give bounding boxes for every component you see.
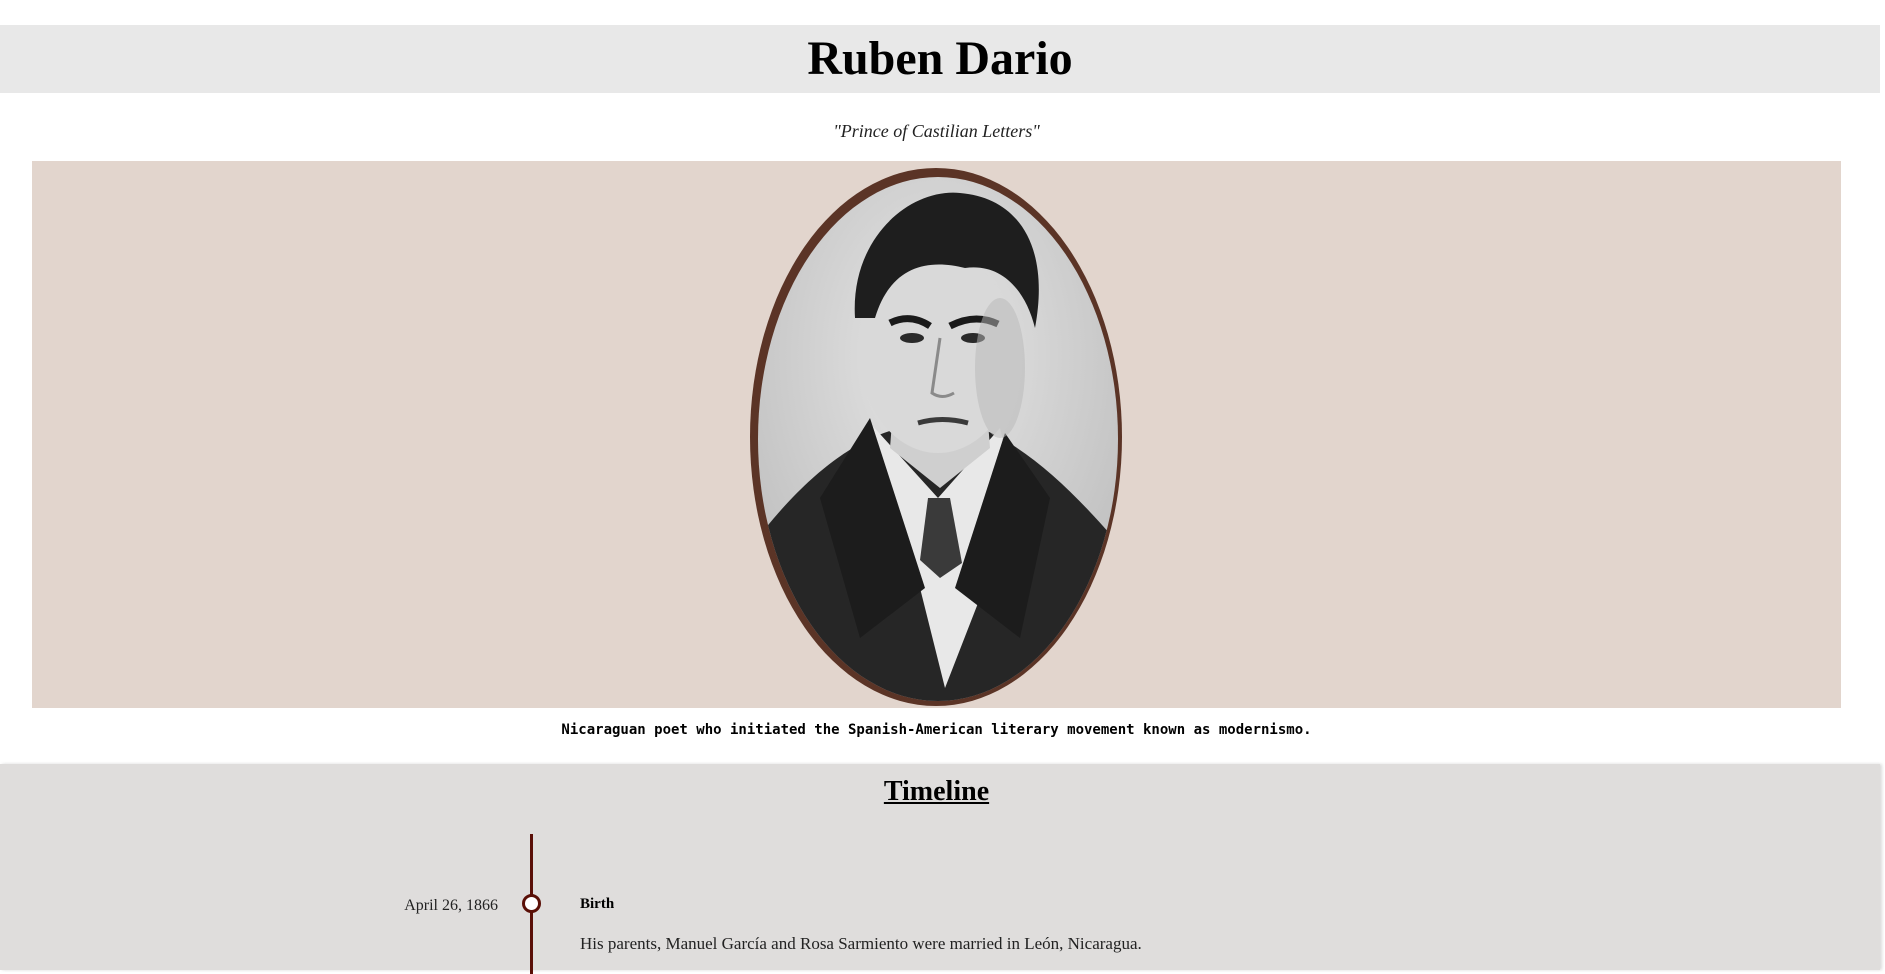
event-title: Birth [580, 896, 615, 912]
event-description: His parents, Manuel García and Rosa Sarm… [580, 934, 1142, 953]
portrait-image [750, 168, 1122, 706]
portrait-caption: Nicaraguan poet who initiated the Spanis… [561, 722, 1312, 738]
tagline: "Prince of Castilian Letters" [833, 121, 1040, 141]
timeline-section: Timeline April 26, 1866 Birth His parent… [0, 764, 1880, 974]
page-title: Ruben Dario [807, 32, 1073, 85]
portrait-panel [32, 161, 1841, 708]
title-bar: Ruben Dario [0, 25, 1880, 93]
timeline-heading: Timeline [883, 776, 990, 807]
event-date: April 26, 1866 [404, 897, 498, 914]
timeline-node-icon [522, 894, 541, 913]
